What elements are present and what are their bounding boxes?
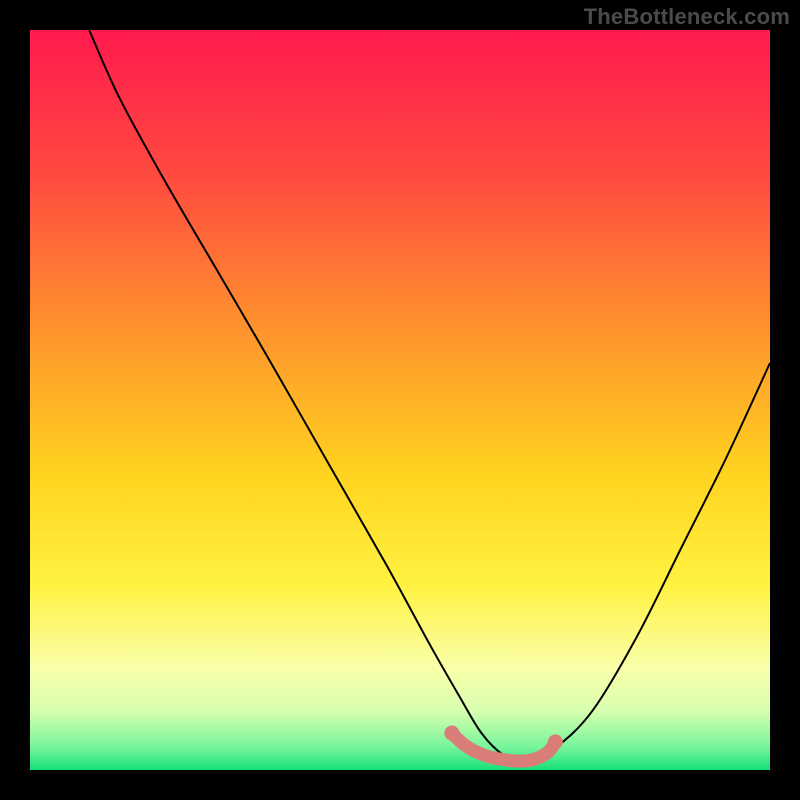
optimal-range-end-dot bbox=[548, 734, 563, 749]
plot-background bbox=[30, 30, 770, 770]
chart-canvas bbox=[0, 0, 800, 800]
watermark-text: TheBottleneck.com bbox=[584, 4, 790, 30]
optimal-range-start-dot bbox=[444, 726, 459, 741]
chart-stage: TheBottleneck.com bbox=[0, 0, 800, 800]
